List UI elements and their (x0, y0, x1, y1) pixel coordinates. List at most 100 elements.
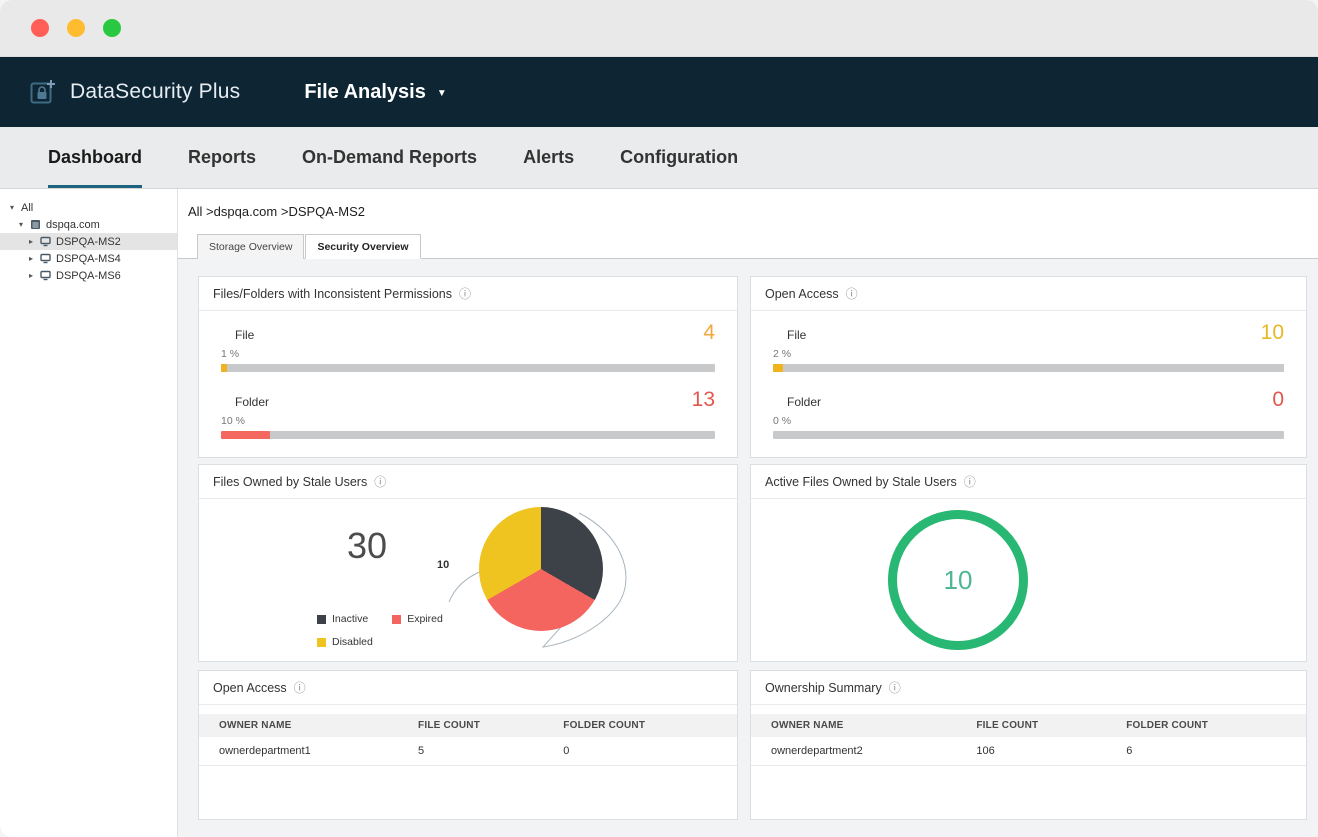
card-open-access-table: Open Access ⓘ OWNER NAME FILE COUNT FOLD… (198, 670, 738, 820)
tab-dashboard[interactable]: Dashboard (48, 127, 142, 188)
gauge-percent: 1 % (221, 348, 715, 360)
chevron-down-icon: ▼ (437, 86, 447, 99)
app-header: DataSecurity Plus File Analysis ▼ (0, 57, 1318, 127)
legend-label: Inactive (332, 613, 368, 625)
info-icon[interactable]: ⓘ (964, 476, 976, 488)
app-window: DataSecurity Plus File Analysis ▼ Dashbo… (0, 0, 1318, 837)
tab-storage-overview[interactable]: Storage Overview (197, 234, 304, 259)
pie-total-value: 30 (347, 525, 387, 567)
card-active-files-stale-users: Active Files Owned by Stale Users ⓘ 10 (750, 464, 1307, 662)
legend-item-inactive[interactable]: Inactive (317, 613, 368, 625)
card-title: Open Access ⓘ (199, 671, 737, 705)
card-title-text: Files/Folders with Inconsistent Permissi… (213, 287, 452, 301)
info-icon[interactable]: ⓘ (374, 476, 386, 488)
gauge-file: File 4 1 % (221, 321, 715, 372)
gauge-value: 10 (1261, 321, 1284, 345)
breadcrumb: All >dspqa.com >DSPQA-MS2 (178, 189, 1318, 226)
column-header: FILE COUNT (398, 714, 543, 737)
card-files-owned-stale-users: Files Owned by Stale Users ⓘ 30 10 (198, 464, 738, 662)
table-row[interactable]: ownerdepartment1 5 0 (199, 737, 737, 766)
progress-bar (773, 431, 1284, 439)
overview-tabstrip: Storage Overview Security Overview (178, 234, 1318, 259)
column-header: OWNER NAME (199, 714, 398, 737)
tree-item-server-2[interactable]: ▸ DSPQA-MS4 (0, 250, 177, 267)
tab-on-demand-reports[interactable]: On-Demand Reports (302, 127, 477, 188)
card-title-text: Active Files Owned by Stale Users (765, 475, 957, 489)
cell-owner-name: ownerdepartment1 (199, 737, 398, 766)
card-title-text: Open Access (765, 287, 839, 301)
domain-icon (30, 219, 41, 230)
cell-file-count: 106 (956, 737, 1106, 766)
dashboard-grid: Files/Folders with Inconsistent Permissi… (178, 259, 1318, 837)
info-icon[interactable]: ⓘ (889, 682, 901, 694)
gauge-folder: Folder 13 10 % (221, 388, 715, 439)
gauge-percent: 0 % (773, 415, 1284, 427)
column-header: FILE COUNT (956, 714, 1106, 737)
info-icon[interactable]: ⓘ (294, 682, 306, 694)
gauge-value: 4 (703, 321, 715, 345)
app-logo-icon (28, 77, 58, 107)
progress-bar (221, 364, 715, 372)
ownership-summary-table: OWNER NAME FILE COUNT FOLDER COUNT owner… (751, 714, 1306, 766)
close-window-button[interactable] (31, 19, 49, 37)
donut-value: 10 (944, 565, 973, 596)
minimize-window-button[interactable] (67, 19, 85, 37)
cell-folder-count: 6 (1106, 737, 1306, 766)
tree-item-label: DSPQA-MS2 (56, 236, 121, 248)
card-title-text: Ownership Summary (765, 681, 882, 695)
tab-security-overview[interactable]: Security Overview (305, 234, 420, 259)
titlebar (0, 0, 1318, 57)
module-selector-label: File Analysis (304, 81, 426, 104)
info-icon[interactable]: ⓘ (459, 288, 471, 300)
gauge-value: 13 (692, 388, 715, 412)
legend-label: Expired (407, 613, 443, 625)
open-access-table: OWNER NAME FILE COUNT FOLDER COUNT owner… (199, 714, 737, 766)
pie-callout-value: 10 (437, 559, 449, 571)
progress-bar (773, 364, 1284, 372)
info-icon[interactable]: ⓘ (846, 288, 858, 300)
card-ownership-summary: Ownership Summary ⓘ OWNER NAME FILE COUN… (750, 670, 1307, 820)
table-row[interactable]: ownerdepartment2 106 6 (751, 737, 1306, 766)
gauge-file: File 10 2 % (773, 321, 1284, 372)
card-title: Files/Folders with Inconsistent Permissi… (199, 277, 737, 311)
gauge-value: 0 (1272, 388, 1284, 412)
tree-item-domain[interactable]: ▾ dspqa.com (0, 216, 177, 233)
progress-bar (221, 431, 715, 439)
caret-down-icon: ▾ (17, 220, 25, 229)
column-header: OWNER NAME (751, 714, 956, 737)
gauge-folder: Folder 0 0 % (773, 388, 1284, 439)
legend-swatch (317, 638, 326, 647)
column-header: FOLDER COUNT (1106, 714, 1306, 737)
app-name: DataSecurity Plus (70, 80, 240, 104)
server-icon (40, 253, 51, 264)
legend-item-disabled[interactable]: Disabled (317, 636, 373, 648)
tree-item-server-3[interactable]: ▸ DSPQA-MS6 (0, 267, 177, 284)
caret-down-icon: ▾ (8, 203, 16, 212)
server-icon (40, 270, 51, 281)
active-stale-donut-ring: 10 (888, 510, 1028, 650)
main-content: All >dspqa.com >DSPQA-MS2 Storage Overvi… (178, 189, 1318, 837)
caret-right-icon: ▸ (27, 254, 35, 263)
card-title: Ownership Summary ⓘ (751, 671, 1306, 705)
legend-item-expired[interactable]: Expired (392, 613, 443, 625)
tab-configuration[interactable]: Configuration (620, 127, 738, 188)
gauge-percent: 2 % (773, 348, 1284, 360)
pie-legend: Inactive Expired Disabled (317, 613, 517, 648)
tree-item-label: All (21, 202, 33, 214)
tree-item-label: DSPQA-MS6 (56, 270, 121, 282)
cell-owner-name: ownerdepartment2 (751, 737, 956, 766)
tab-reports[interactable]: Reports (188, 127, 256, 188)
tree-item-all[interactable]: ▾ All (0, 199, 177, 216)
card-title-text: Files Owned by Stale Users (213, 475, 367, 489)
tab-alerts[interactable]: Alerts (523, 127, 574, 188)
module-selector[interactable]: File Analysis ▼ (304, 81, 446, 104)
table-header-row: OWNER NAME FILE COUNT FOLDER COUNT (751, 714, 1306, 737)
zoom-window-button[interactable] (103, 19, 121, 37)
card-title: Active Files Owned by Stale Users ⓘ (751, 465, 1306, 499)
card-inconsistent-permissions: Files/Folders with Inconsistent Permissi… (198, 276, 738, 458)
tree-item-server-1[interactable]: ▸ DSPQA-MS2 (0, 233, 177, 250)
card-title-text: Open Access (213, 681, 287, 695)
caret-right-icon: ▸ (27, 237, 35, 246)
card-title: Files Owned by Stale Users ⓘ (199, 465, 737, 499)
server-icon (40, 236, 51, 247)
